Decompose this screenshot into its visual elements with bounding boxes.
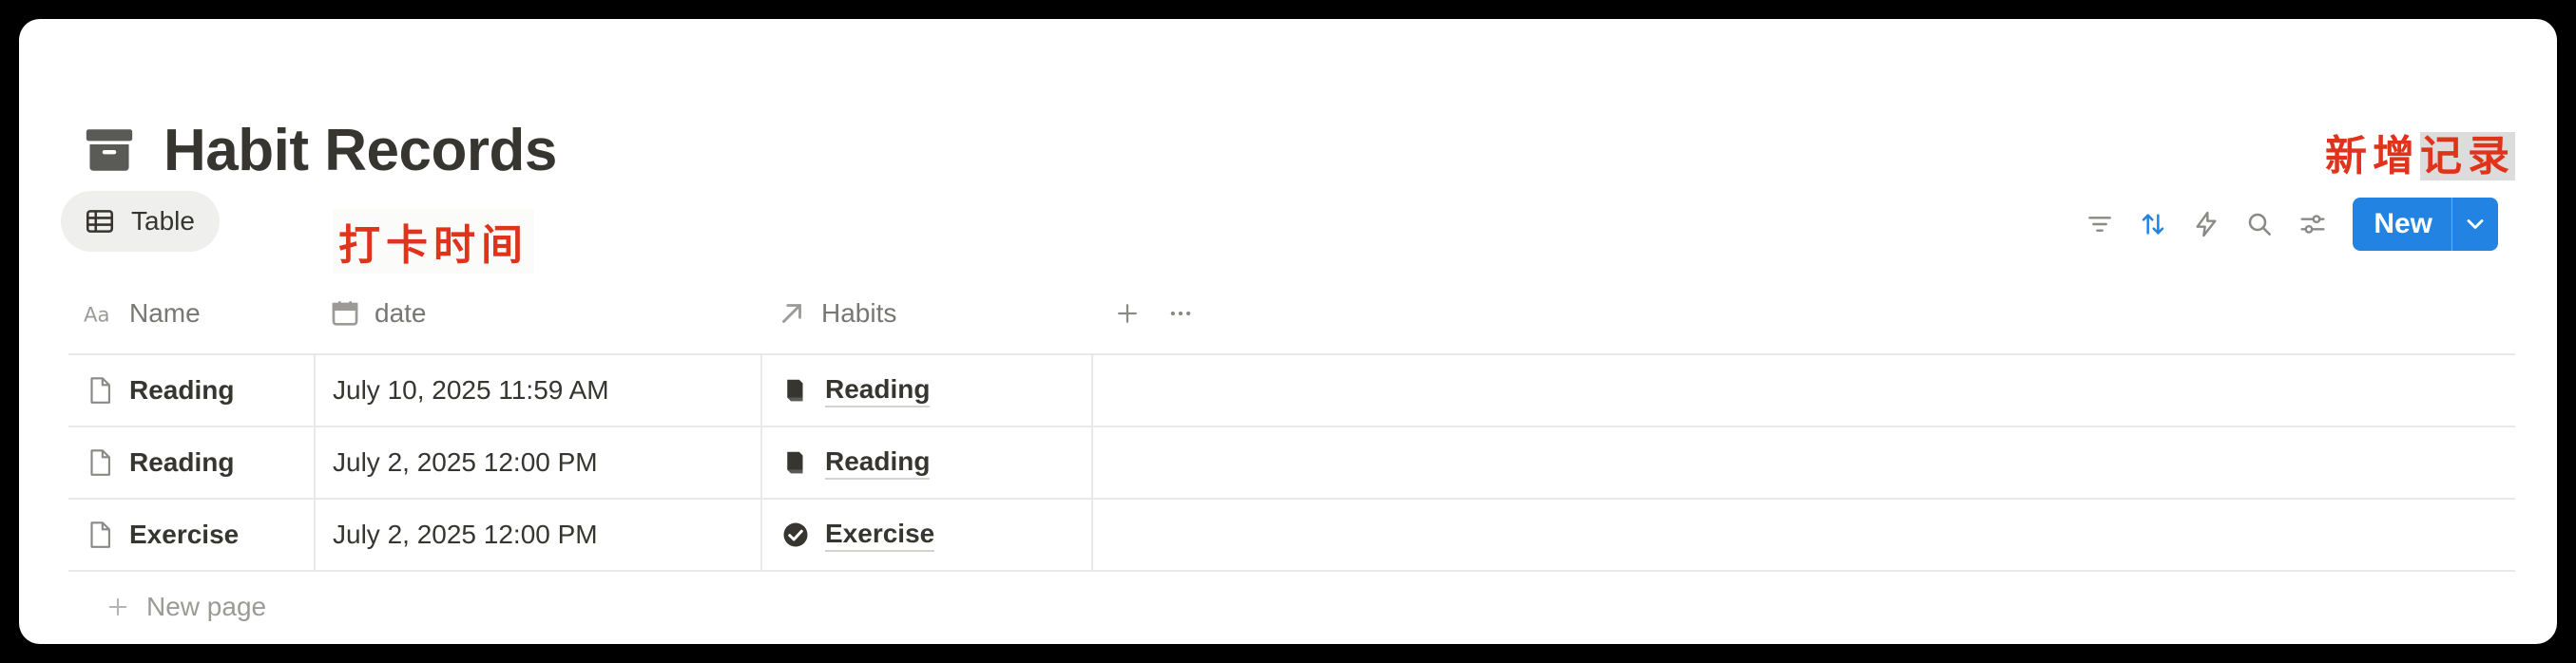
check-circle-icon <box>783 522 808 547</box>
sort-icon <box>2143 214 2164 235</box>
page-title[interactable]: Habit Records <box>163 117 557 184</box>
column-header-label: date <box>375 298 427 328</box>
column-header-label: Habits <box>821 298 897 328</box>
habit-relation-cell[interactable]: Exercise <box>760 500 1091 570</box>
habit-link[interactable]: Reading <box>825 373 931 407</box>
text-type-icon: Aa <box>84 304 110 328</box>
automation-bolt-icon <box>2196 211 2217 237</box>
page-icon <box>90 377 110 404</box>
search-button[interactable] <box>2233 198 2286 251</box>
table-row[interactable]: Exercise July 2, 2025 12:00 PM Exercise <box>68 500 2515 572</box>
name-cell[interactable]: Reading <box>68 355 314 426</box>
row-date: July 10, 2025 11:59 AM <box>333 375 609 405</box>
row-name: Exercise <box>129 520 240 549</box>
column-actions <box>1091 287 1207 340</box>
annotation-checkin-time: 打卡时间 <box>333 209 534 274</box>
column-header-label: Name <box>129 298 201 328</box>
new-button[interactable]: New <box>2353 198 2451 251</box>
book-icon <box>787 451 803 474</box>
sort-button[interactable] <box>2126 198 2180 251</box>
plus-icon <box>108 597 127 616</box>
empty-cell <box>1091 427 2515 498</box>
row-name: Reading <box>129 447 235 477</box>
row-date: July 2, 2025 12:00 PM <box>333 520 598 549</box>
new-record-button-group: New <box>2353 198 2498 251</box>
row-date: July 2, 2025 12:00 PM <box>333 447 598 477</box>
column-header-date[interactable]: date <box>314 274 760 353</box>
table-row[interactable]: Reading July 10, 2025 11:59 AM Reading <box>68 355 2515 427</box>
view-tab-table[interactable]: Table <box>61 191 220 252</box>
settings-sliders-icon <box>2300 215 2325 234</box>
page-icon <box>90 449 110 476</box>
database-page: Habit Records 新增记录 打卡时间 Table New Aa Nam… <box>19 19 2557 644</box>
calendar-icon <box>332 301 358 326</box>
chevron-down-icon <box>2467 219 2484 229</box>
filter-button[interactable] <box>2073 198 2126 251</box>
view-settings-button[interactable] <box>2286 198 2339 251</box>
date-cell[interactable]: July 10, 2025 11:59 AM <box>314 355 760 426</box>
more-options-button[interactable] <box>1154 287 1207 340</box>
annotation-new-record-suffix: 记录 <box>2420 132 2515 180</box>
habit-link[interactable]: Exercise <box>825 518 935 552</box>
habit-relation-cell[interactable]: Reading <box>760 355 1091 426</box>
empty-cell <box>1091 355 2515 426</box>
book-icon <box>787 379 803 402</box>
name-cell[interactable]: Exercise <box>68 500 314 570</box>
table-row[interactable]: Reading July 2, 2025 12:00 PM Reading <box>68 427 2515 500</box>
database-table: Aa Name date Habits Reading July 10, 202… <box>68 274 2515 642</box>
database-toolbar: New <box>2073 198 2498 251</box>
new-dropdown-button[interactable] <box>2451 198 2498 251</box>
archive-box-icon[interactable] <box>82 123 137 178</box>
name-cell[interactable]: Reading <box>68 427 314 498</box>
table-header: Aa Name date Habits <box>68 274 2515 355</box>
automation-button[interactable] <box>2180 198 2233 251</box>
add-property-button[interactable] <box>1101 287 1154 340</box>
table-icon <box>86 210 114 233</box>
new-page-button[interactable]: New page <box>68 572 2515 642</box>
page-icon <box>90 521 110 548</box>
habit-link[interactable]: Reading <box>825 445 931 480</box>
plus-icon <box>1118 304 1137 323</box>
relation-arrow-icon <box>782 304 801 323</box>
annotation-new-record: 新增记录 <box>2317 116 2523 188</box>
empty-cell <box>1091 500 2515 570</box>
filter-icon <box>2088 217 2112 232</box>
page-header: Habit Records <box>82 104 557 196</box>
date-cell[interactable]: July 2, 2025 12:00 PM <box>314 500 760 570</box>
column-header-name[interactable]: Aa Name <box>68 274 314 353</box>
view-tab-label: Table <box>131 206 195 236</box>
annotation-new-record-prefix: 新增 <box>2325 132 2420 180</box>
habit-relation-cell[interactable]: Reading <box>760 427 1091 498</box>
more-horizontal-icon <box>1170 311 1191 316</box>
search-icon <box>2249 213 2272 236</box>
column-header-habits[interactable]: Habits <box>760 274 1091 353</box>
svg-text:Aa: Aa <box>84 304 110 328</box>
date-cell[interactable]: July 2, 2025 12:00 PM <box>314 427 760 498</box>
row-name: Reading <box>129 375 235 405</box>
new-page-label: New page <box>146 592 267 621</box>
